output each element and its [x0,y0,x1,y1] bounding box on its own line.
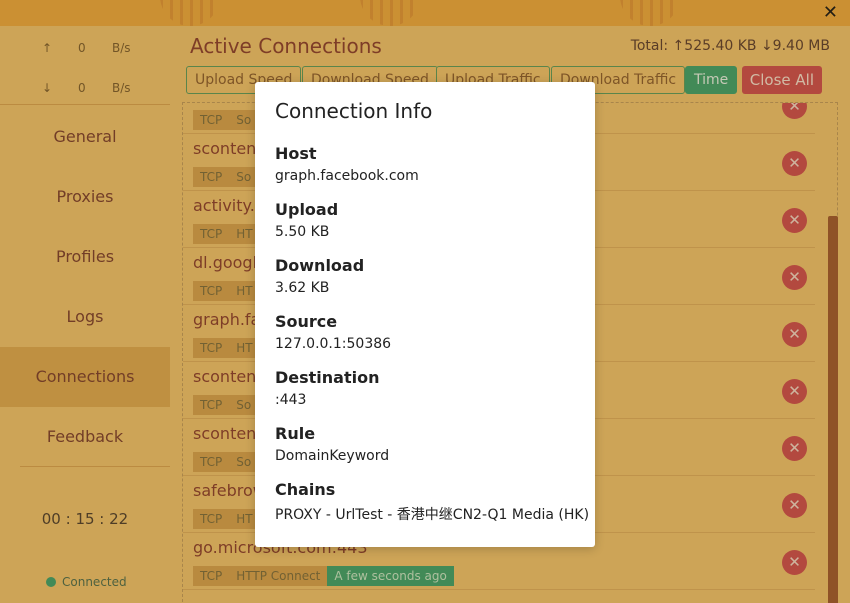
source-value: 127.0.0.1:50386 [275,336,392,352]
chains-value: PROXY - UrlTest - 香港中继CN2-Q1 Media (HK) [275,507,590,523]
destination-value: :443 [275,392,307,408]
destination-label: Destination [275,368,380,387]
download-label: Download [275,256,365,275]
dialog-title: Connection Info [275,99,433,123]
host-value: graph.facebook.com [275,168,419,184]
connection-info-dialog: Connection Info Host graph.facebook.com … [255,82,595,547]
download-value: 3.62 KB [275,280,330,296]
upload-label: Upload [275,200,339,219]
chains-label: Chains [275,480,336,499]
upload-value: 5.50 KB [275,224,330,240]
host-label: Host [275,144,317,163]
source-label: Source [275,312,338,331]
rule-value: DomainKeyword [275,448,390,464]
rule-label: Rule [275,424,316,443]
